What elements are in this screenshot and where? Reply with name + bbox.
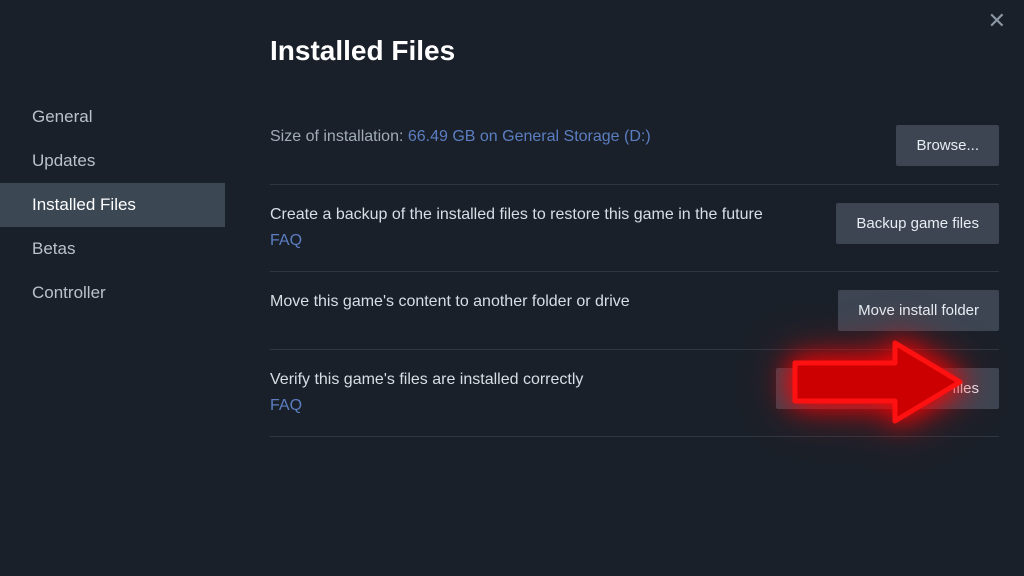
- verify-text: Verify this game's files are installed c…: [270, 371, 583, 388]
- close-button[interactable]: ✕: [988, 10, 1006, 32]
- sidebar-item-controller[interactable]: Controller: [0, 271, 225, 315]
- verify-row: Verify this game's files are installed c…: [270, 350, 999, 437]
- move-row: Move this game's content to another fold…: [270, 272, 999, 350]
- sidebar-item-installed-files[interactable]: Installed Files: [0, 183, 225, 227]
- verify-faq-link[interactable]: FAQ: [270, 394, 756, 418]
- size-value-link[interactable]: 66.49 GB on General Storage (D:): [408, 128, 651, 145]
- page-title: Installed Files: [270, 35, 999, 67]
- main-panel: ✕ Installed Files Size of installation: …: [225, 0, 1024, 576]
- close-icon: ✕: [988, 8, 1006, 33]
- size-label: Size of installation:: [270, 128, 403, 145]
- backup-button[interactable]: Backup game files: [836, 203, 999, 244]
- verify-integrity-button[interactable]: Verify integrity of game files: [776, 368, 999, 409]
- browse-button[interactable]: Browse...: [896, 125, 999, 166]
- move-text: Move this game's content to another fold…: [270, 293, 630, 310]
- backup-row: Create a backup of the installed files t…: [270, 185, 999, 272]
- backup-faq-link[interactable]: FAQ: [270, 229, 816, 253]
- backup-text: Create a backup of the installed files t…: [270, 206, 763, 223]
- sidebar-item-general[interactable]: General: [0, 95, 225, 139]
- sidebar-item-betas[interactable]: Betas: [0, 227, 225, 271]
- sidebar-item-updates[interactable]: Updates: [0, 139, 225, 183]
- settings-sidebar: General Updates Installed Files Betas Co…: [0, 0, 225, 576]
- size-row: Size of installation: 66.49 GB on Genera…: [270, 107, 999, 185]
- move-folder-button[interactable]: Move install folder: [838, 290, 999, 331]
